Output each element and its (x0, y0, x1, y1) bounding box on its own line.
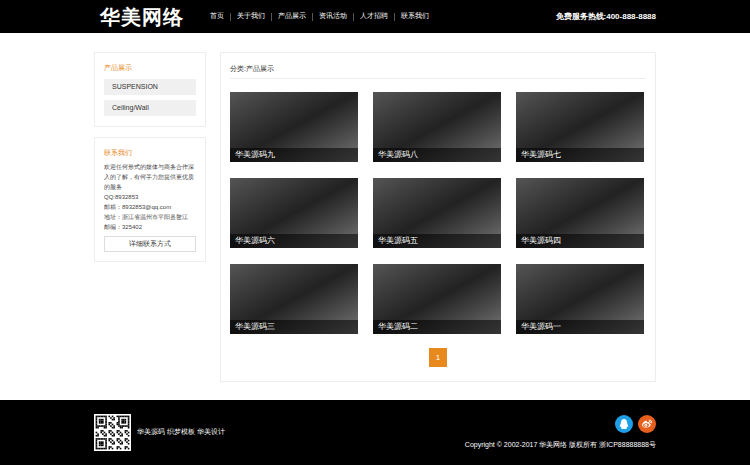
product-card[interactable]: 华美源码九 (230, 92, 358, 162)
contact-line: 地址：浙江省温州市平阳县鳌江 (104, 212, 196, 222)
nav-item[interactable]: 首页 (210, 11, 224, 22)
product-caption[interactable]: 华美源码三 (230, 320, 358, 334)
product-card[interactable]: 华美源码七 (516, 92, 644, 162)
weibo-icon[interactable] (638, 415, 656, 433)
product-card[interactable]: 华美源码三 (230, 264, 358, 334)
product-caption[interactable]: 华美源码六 (230, 234, 358, 248)
contact-button[interactable]: 详细联系方式 (104, 236, 196, 252)
page-button[interactable]: 1 (429, 348, 447, 367)
nav: 首页 关于我们 产品展示 资讯活动 人才招聘 联系我们 (210, 11, 429, 22)
contact-title: 联系我们 (104, 148, 196, 158)
product-card[interactable]: 华美源码一 (516, 264, 644, 334)
qr-code-icon (94, 414, 131, 451)
product-card[interactable]: 华美源码二 (373, 264, 501, 334)
product-caption[interactable]: 华美源码七 (516, 148, 644, 162)
product-card[interactable]: 华美源码五 (373, 178, 501, 248)
product-panel: 分类:产品展示华美源码九华美源码八华美源码七华美源码六华美源码五华美源码四华美源… (220, 52, 656, 382)
product-caption[interactable]: 华美源码二 (373, 320, 501, 334)
logo[interactable]: 华美网络 (94, 2, 210, 32)
header: 华美网络首页 关于我们 产品展示 资讯活动 人才招聘 联系我们 免费服务热线:400-888… (0, 0, 750, 33)
breadcrumb: 分类:产品展示 (230, 62, 646, 79)
nav-item[interactable]: 产品展示 (278, 11, 306, 22)
product-box: 产品展示 SUSPENSION Ceiling/Wall (94, 52, 206, 127)
nav-item[interactable]: 人才招聘 (360, 11, 388, 22)
pagination: 1 (230, 348, 646, 367)
product-card[interactable]: 华美源码六 (230, 178, 358, 248)
product-card[interactable]: 华美源码四 (516, 178, 644, 248)
hotline: 免费服务热线:400-888-8888 (556, 11, 656, 23)
product-card[interactable]: 华美源码八 (373, 92, 501, 162)
body: 产品展示 SUSPENSION Ceiling/Wall 联系我们欢迎任何形式的媒体与… (94, 33, 656, 400)
product-caption[interactable]: 华美源码一 (516, 320, 644, 334)
qq-icon[interactable] (615, 415, 633, 433)
nav-item[interactable]: 联系我们 (401, 11, 429, 22)
product-caption[interactable]: 华美源码八 (373, 148, 501, 162)
product-caption[interactable]: 华美源码四 (516, 234, 644, 248)
product-caption[interactable]: 华美源码五 (373, 234, 501, 248)
footer: 华美源码 织梦模板 华美设计 Copyright © 2002-2017 华美网络… (0, 400, 750, 465)
contact-line: 邮编：325402 (104, 222, 196, 232)
contact-line: 邮箱：8932853@qq.com (104, 202, 196, 212)
product-grid: 华美源码九 华美源码八 华美源码七华美源码六 华美源码五 华美源码四华美源码三 华美源码二… (230, 92, 646, 334)
footer-links[interactable]: 华美源码 织梦模板 华美设计 (137, 427, 225, 438)
contact-intro: 欢迎任何形式的媒体与商务合作深入的了解，有何手力您提供更优质的服务 (104, 162, 196, 192)
sidebar: 产品展示 SUSPENSION Ceiling/Wall 联系我们欢迎任何形式的媒体与… (94, 52, 206, 382)
nav-item[interactable]: 关于我们 (237, 11, 265, 22)
category-item[interactable]: Ceiling/Wall (104, 100, 196, 116)
category-item[interactable]: SUSPENSION (104, 79, 196, 95)
contact-line: QQ:8932853 (104, 192, 196, 202)
nav-item[interactable]: 资讯活动 (319, 11, 347, 22)
product-caption[interactable]: 华美源码九 (230, 148, 358, 162)
product-title: 产品展示 (104, 63, 196, 73)
contact-box: 联系我们欢迎任何形式的媒体与商务合作深入的了解，有何手力您提供更优质的服务QQ:… (94, 137, 206, 262)
copyright: Copyright © 2002-2017 华美网络 版权所有 浙ICP8888… (465, 440, 656, 451)
page: 华美网络首页关于我们产品展示资讯活动人才招聘联系我们免费服务热线:400-888… (0, 0, 750, 465)
